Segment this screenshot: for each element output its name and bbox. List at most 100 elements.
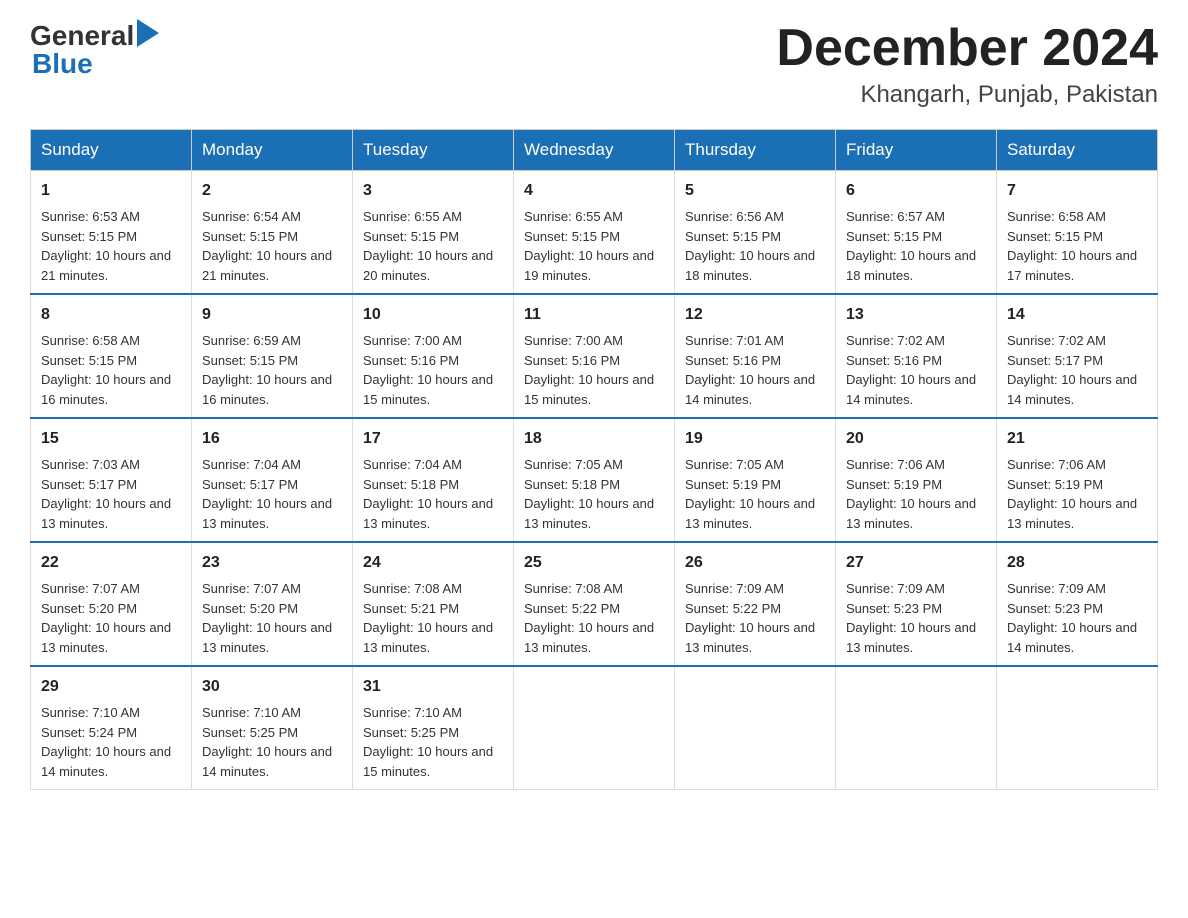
sunrise-text: Sunrise: 7:10 AM: [41, 705, 140, 720]
sunset-text: Sunset: 5:15 PM: [202, 229, 298, 244]
sunset-text: Sunset: 5:19 PM: [1007, 477, 1103, 492]
daylight-text: Daylight: 10 hours and 13 minutes.: [202, 620, 332, 655]
day-header-monday: Monday: [192, 130, 353, 171]
sunrise-text: Sunrise: 7:07 AM: [202, 581, 301, 596]
sunset-text: Sunset: 5:20 PM: [41, 601, 137, 616]
sunset-text: Sunset: 5:19 PM: [846, 477, 942, 492]
calendar-cell: 5Sunrise: 6:56 AMSunset: 5:15 PMDaylight…: [675, 171, 836, 295]
calendar-cell: 28 Sunrise: 7:09 AM Sunset: 5:23 PM Dayligh…: [997, 542, 1158, 666]
day-header-wednesday: Wednesday: [514, 130, 675, 171]
daylight-text: Daylight: 10 hours and 20 minutes.: [363, 248, 493, 283]
sunset-text: Sunset: 5:15 PM: [524, 229, 620, 244]
day-number: 29: [41, 675, 181, 699]
sunset-text: Sunset: 5:18 PM: [524, 477, 620, 492]
sunset-text: Sunset: 5:15 PM: [846, 229, 942, 244]
calendar-cell: 10Sunrise: 7:00 AMSunset: 5:16 PMDayligh…: [353, 294, 514, 418]
daylight-text: Daylight: 10 hours and 13 minutes.: [685, 620, 815, 655]
daylight-text: Daylight: 10 hours and 13 minutes.: [41, 496, 171, 531]
day-number: 31: [363, 675, 503, 699]
sunrise-text: Sunrise: 7:00 AM: [363, 333, 462, 348]
calendar-cell: 17Sunrise: 7:04 AMSunset: 5:18 PMDayligh…: [353, 418, 514, 542]
daylight-text: Daylight: 10 hours and 14 minutes.: [202, 744, 332, 779]
logo-triangle-icon: [137, 19, 159, 52]
day-number: 22: [41, 551, 181, 575]
sunrise-text: Sunrise: 7:09 AM: [846, 581, 945, 596]
day-number: 25: [524, 551, 664, 575]
sunset-text: Sunset: 5:16 PM: [524, 353, 620, 368]
daylight-text: Daylight: 10 hours and 13 minutes.: [363, 496, 493, 531]
daylight-text: Daylight: 10 hours and 14 minutes.: [846, 372, 976, 407]
sunset-text: Sunset: 5:18 PM: [363, 477, 459, 492]
day-number: 26: [685, 551, 825, 575]
sunrise-text: Sunrise: 7:05 AM: [524, 457, 623, 472]
day-number: 13: [846, 303, 986, 327]
sunrise-text: Sunrise: 7:01 AM: [685, 333, 784, 348]
day-number: 27: [846, 551, 986, 575]
day-header-tuesday: Tuesday: [353, 130, 514, 171]
sunset-text: Sunset: 5:16 PM: [363, 353, 459, 368]
calendar-cell: 25Sunrise: 7:08 AMSunset: 5:22 PMDayligh…: [514, 542, 675, 666]
day-number: 28: [1007, 551, 1147, 575]
sunset-text: Sunset: 5:23 PM: [1007, 601, 1103, 616]
sunrise-text: Sunrise: 7:04 AM: [202, 457, 301, 472]
calendar-cell: 1Sunrise: 6:53 AMSunset: 5:15 PMDaylight…: [31, 171, 192, 295]
day-number: 23: [202, 551, 342, 575]
calendar-cell: [836, 666, 997, 790]
sunrise-text: Sunrise: 6:55 AM: [524, 209, 623, 224]
calendar-cell: 4Sunrise: 6:55 AMSunset: 5:15 PMDaylight…: [514, 171, 675, 295]
daylight-text: Daylight: 10 hours and 13 minutes.: [202, 496, 332, 531]
daylight-text: Daylight: 10 hours and 13 minutes.: [846, 496, 976, 531]
day-number: 18: [524, 427, 664, 451]
week-row-5: 29Sunrise: 7:10 AMSunset: 5:24 PMDayligh…: [31, 666, 1158, 790]
calendar-cell: 8Sunrise: 6:58 AMSunset: 5:15 PMDaylight…: [31, 294, 192, 418]
sunrise-text: Sunrise: 7:06 AM: [1007, 457, 1106, 472]
sunset-text: Sunset: 5:25 PM: [363, 725, 459, 740]
sunset-text: Sunset: 5:15 PM: [1007, 229, 1103, 244]
week-row-3: 15Sunrise: 7:03 AMSunset: 5:17 PMDayligh…: [31, 418, 1158, 542]
calendar-cell: [514, 666, 675, 790]
day-number: 8: [41, 303, 181, 327]
daylight-text: Daylight: 10 hours and 13 minutes.: [846, 620, 976, 655]
sunrise-text: Sunrise: 6:54 AM: [202, 209, 301, 224]
calendar-cell: 13Sunrise: 7:02 AMSunset: 5:16 PMDayligh…: [836, 294, 997, 418]
calendar-cell: 31Sunrise: 7:10 AMSunset: 5:25 PMDayligh…: [353, 666, 514, 790]
daylight-text: Daylight: 10 hours and 16 minutes.: [41, 372, 171, 407]
daylight-text: Daylight: 10 hours and 14 minutes.: [1007, 620, 1137, 655]
calendar-cell: 24Sunrise: 7:08 AMSunset: 5:21 PMDayligh…: [353, 542, 514, 666]
calendar-cell: 6Sunrise: 6:57 AMSunset: 5:15 PMDaylight…: [836, 171, 997, 295]
day-number: 19: [685, 427, 825, 451]
daylight-text: Daylight: 10 hours and 14 minutes.: [685, 372, 815, 407]
calendar-cell: 11Sunrise: 7:00 AMSunset: 5:16 PMDayligh…: [514, 294, 675, 418]
sunset-text: Sunset: 5:16 PM: [685, 353, 781, 368]
daylight-text: Daylight: 10 hours and 13 minutes.: [1007, 496, 1137, 531]
daylight-text: Daylight: 10 hours and 13 minutes.: [524, 496, 654, 531]
calendar-cell: 18 Sunrise: 7:05 AM Sunset: 5:18 PM Dayligh…: [514, 418, 675, 542]
sunrise-text: Sunrise: 7:08 AM: [524, 581, 623, 596]
sunset-text: Sunset: 5:15 PM: [685, 229, 781, 244]
day-number: 4: [524, 179, 664, 203]
calendar-cell: 14Sunrise: 7:02 AMSunset: 5:17 PMDayligh…: [997, 294, 1158, 418]
sunset-text: Sunset: 5:15 PM: [41, 229, 137, 244]
daylight-text: Daylight: 10 hours and 14 minutes.: [41, 744, 171, 779]
daylight-text: Daylight: 10 hours and 14 minutes.: [1007, 372, 1137, 407]
sunrise-text: Sunrise: 6:59 AM: [202, 333, 301, 348]
week-row-1: 1Sunrise: 6:53 AMSunset: 5:15 PMDaylight…: [31, 171, 1158, 295]
sunrise-text: Sunrise: 6:56 AM: [685, 209, 784, 224]
daylight-text: Daylight: 10 hours and 17 minutes.: [1007, 248, 1137, 283]
calendar-table: SundayMondayTuesdayWednesdayThursdayFrid…: [30, 129, 1158, 790]
day-number: 2: [202, 179, 342, 203]
calendar-cell: 20Sunrise: 7:06 AMSunset: 5:19 PMDayligh…: [836, 418, 997, 542]
day-number: 12: [685, 303, 825, 327]
sunset-text: Sunset: 5:16 PM: [846, 353, 942, 368]
sunrise-text: Sunrise: 6:57 AM: [846, 209, 945, 224]
calendar-cell: 27Sunrise: 7:09 AMSunset: 5:23 PMDayligh…: [836, 542, 997, 666]
daylight-text: Daylight: 10 hours and 13 minutes.: [524, 620, 654, 655]
day-header-saturday: Saturday: [997, 130, 1158, 171]
calendar-cell: 29Sunrise: 7:10 AMSunset: 5:24 PMDayligh…: [31, 666, 192, 790]
sunrise-text: Sunrise: 7:09 AM: [1007, 581, 1106, 596]
calendar-cell: 9Sunrise: 6:59 AMSunset: 5:15 PMDaylight…: [192, 294, 353, 418]
sunrise-text: Sunrise: 7:07 AM: [41, 581, 140, 596]
sunset-text: Sunset: 5:17 PM: [202, 477, 298, 492]
sunrise-text: Sunrise: 6:58 AM: [1007, 209, 1106, 224]
day-number: 14: [1007, 303, 1147, 327]
